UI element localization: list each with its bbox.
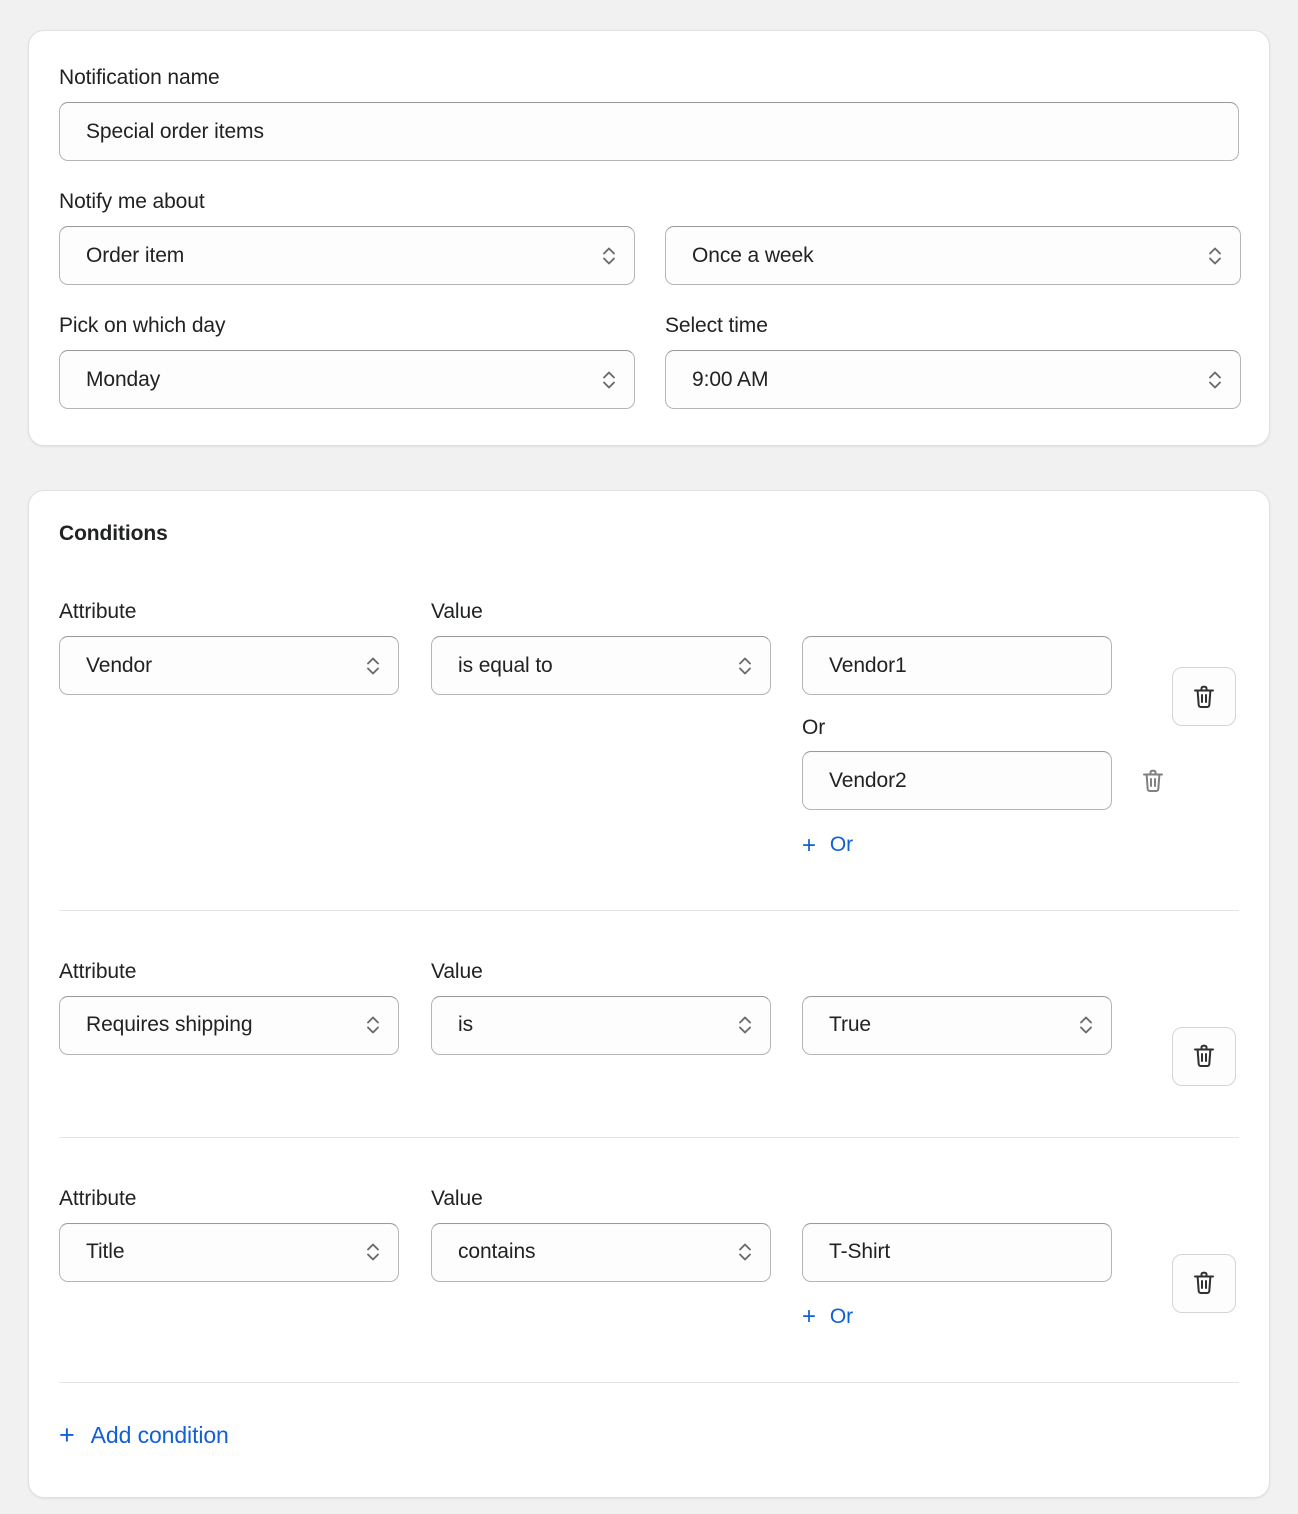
chevron-up-down-icon bbox=[736, 653, 754, 679]
frequency-select[interactable]: Once a week bbox=[665, 226, 1241, 285]
chevron-up-down-icon bbox=[1206, 367, 1224, 393]
notify-about-select[interactable]: Order item bbox=[59, 226, 635, 285]
schedule-controls-row: Monday 9:00 AM bbox=[59, 350, 1241, 409]
condition-labels: Attribute Value bbox=[59, 1186, 1239, 1223]
plus-icon: + bbox=[59, 1420, 75, 1450]
add-or-link-label: Or bbox=[829, 1304, 854, 1328]
trash-icon bbox=[1191, 683, 1217, 711]
chevron-up-down-icon bbox=[364, 653, 382, 679]
trash-icon bbox=[1191, 1042, 1217, 1070]
frequency-selected-value: Once a week bbox=[692, 243, 814, 267]
attribute-select[interactable]: Vendor bbox=[59, 636, 399, 695]
notify-about-field-group: Notify me about Order item Once a week bbox=[59, 189, 1241, 285]
operator-selected-value: contains bbox=[458, 1240, 536, 1263]
attribute-select[interactable]: Title bbox=[59, 1222, 399, 1282]
add-condition-section: + Add condition bbox=[59, 1383, 1239, 1497]
value-selected-value: True bbox=[829, 1013, 871, 1036]
day-selected-value: Monday bbox=[86, 367, 161, 391]
trash-icon bbox=[1191, 1269, 1217, 1297]
select-time-label: Select time bbox=[665, 314, 768, 337]
conditions-card: Conditions Attribute Value Vendor is equ… bbox=[28, 490, 1270, 1498]
condition-labels: Attribute Value bbox=[59, 959, 1239, 996]
notification-name-value: Special order items bbox=[86, 119, 264, 143]
notify-me-about-label: Notify me about bbox=[59, 190, 205, 213]
add-condition-link-label: Add condition bbox=[90, 1422, 229, 1448]
value-label: Value bbox=[431, 1186, 483, 1210]
attribute-selected-value: Title bbox=[86, 1240, 125, 1263]
condition-labels: Attribute Value bbox=[59, 599, 1239, 636]
chevron-up-down-icon bbox=[736, 1239, 754, 1265]
operator-select[interactable]: contains bbox=[431, 1222, 771, 1282]
operator-select[interactable]: is equal to bbox=[431, 636, 771, 695]
notification-name-label: Notification name bbox=[59, 66, 220, 89]
value-label: Value bbox=[431, 600, 483, 623]
chevron-up-down-icon bbox=[364, 1239, 382, 1265]
delete-condition-button[interactable] bbox=[1172, 667, 1236, 726]
or-value-row: Vendor2 bbox=[802, 751, 1163, 810]
or-separator-label: Or bbox=[802, 716, 826, 739]
condition-row: Attribute Value Title contains T-Shirt +… bbox=[59, 1138, 1239, 1383]
time-selected-value: 9:00 AM bbox=[692, 367, 769, 391]
or-value-input-value: Vendor2 bbox=[829, 768, 907, 792]
chevron-up-down-icon bbox=[600, 243, 618, 269]
value-input[interactable]: Vendor1 bbox=[802, 636, 1112, 695]
attribute-label: Attribute bbox=[59, 600, 137, 623]
or-value-input[interactable]: Vendor2 bbox=[802, 751, 1112, 810]
condition-row: Attribute Value Requires shipping is Tru… bbox=[59, 911, 1239, 1137]
plus-icon: + bbox=[802, 831, 816, 859]
notify-about-selected-value: Order item bbox=[86, 243, 185, 267]
time-select[interactable]: 9:00 AM bbox=[665, 350, 1241, 409]
notification-settings-card: Notification name Special order items No… bbox=[28, 30, 1270, 446]
attribute-select[interactable]: Requires shipping bbox=[59, 995, 399, 1055]
settings-page: Notification name Special order items No… bbox=[0, 0, 1298, 1514]
condition-row: Attribute Value Vendor is equal to Vendo… bbox=[59, 599, 1239, 910]
trash-icon bbox=[1140, 767, 1166, 795]
chevron-up-down-icon bbox=[364, 1012, 382, 1038]
delete-condition-button[interactable] bbox=[1172, 1026, 1236, 1086]
frequency-select-wrap: Once a week bbox=[665, 226, 1241, 285]
schedule-row-group: Pick on which day Select time Monday 9:0… bbox=[59, 313, 1241, 409]
delete-or-value-button[interactable] bbox=[1140, 764, 1166, 798]
attribute-label: Attribute bbox=[59, 959, 137, 983]
chevron-up-down-icon bbox=[600, 367, 618, 393]
add-or-link-label: Or bbox=[829, 833, 854, 856]
notify-about-select-wrap: Order item bbox=[59, 226, 635, 285]
value-input[interactable]: T-Shirt bbox=[802, 1222, 1112, 1282]
notification-name-input[interactable]: Special order items bbox=[59, 102, 1239, 161]
operator-selected-value: is equal to bbox=[458, 653, 553, 677]
attribute-label: Attribute bbox=[59, 1186, 137, 1210]
attribute-selected-value: Vendor bbox=[86, 653, 152, 677]
operator-select[interactable]: is bbox=[431, 995, 771, 1055]
chevron-up-down-icon bbox=[1206, 243, 1224, 269]
value-input-value: Vendor1 bbox=[829, 653, 907, 677]
pick-day-label: Pick on which day bbox=[59, 314, 226, 337]
plus-icon: + bbox=[802, 1303, 816, 1330]
notification-name-field-group: Notification name Special order items bbox=[59, 65, 1239, 161]
value-input-value: T-Shirt bbox=[829, 1240, 891, 1263]
add-condition-link[interactable]: + Add condition bbox=[59, 1422, 229, 1449]
value-select[interactable]: True bbox=[802, 995, 1112, 1055]
add-or-link[interactable]: + Or bbox=[802, 833, 853, 857]
operator-selected-value: is bbox=[458, 1013, 473, 1036]
notify-about-row: Order item Once a week bbox=[59, 226, 1241, 285]
conditions-title: Conditions bbox=[59, 522, 168, 545]
schedule-labels-row: Pick on which day Select time bbox=[59, 313, 1239, 350]
chevron-up-down-icon bbox=[1077, 1012, 1095, 1038]
add-or-link[interactable]: + Or bbox=[802, 1305, 853, 1329]
chevron-up-down-icon bbox=[736, 1012, 754, 1038]
attribute-selected-value: Requires shipping bbox=[86, 1013, 253, 1036]
day-select[interactable]: Monday bbox=[59, 350, 635, 409]
delete-condition-button[interactable] bbox=[1172, 1253, 1236, 1313]
value-label: Value bbox=[431, 959, 483, 983]
